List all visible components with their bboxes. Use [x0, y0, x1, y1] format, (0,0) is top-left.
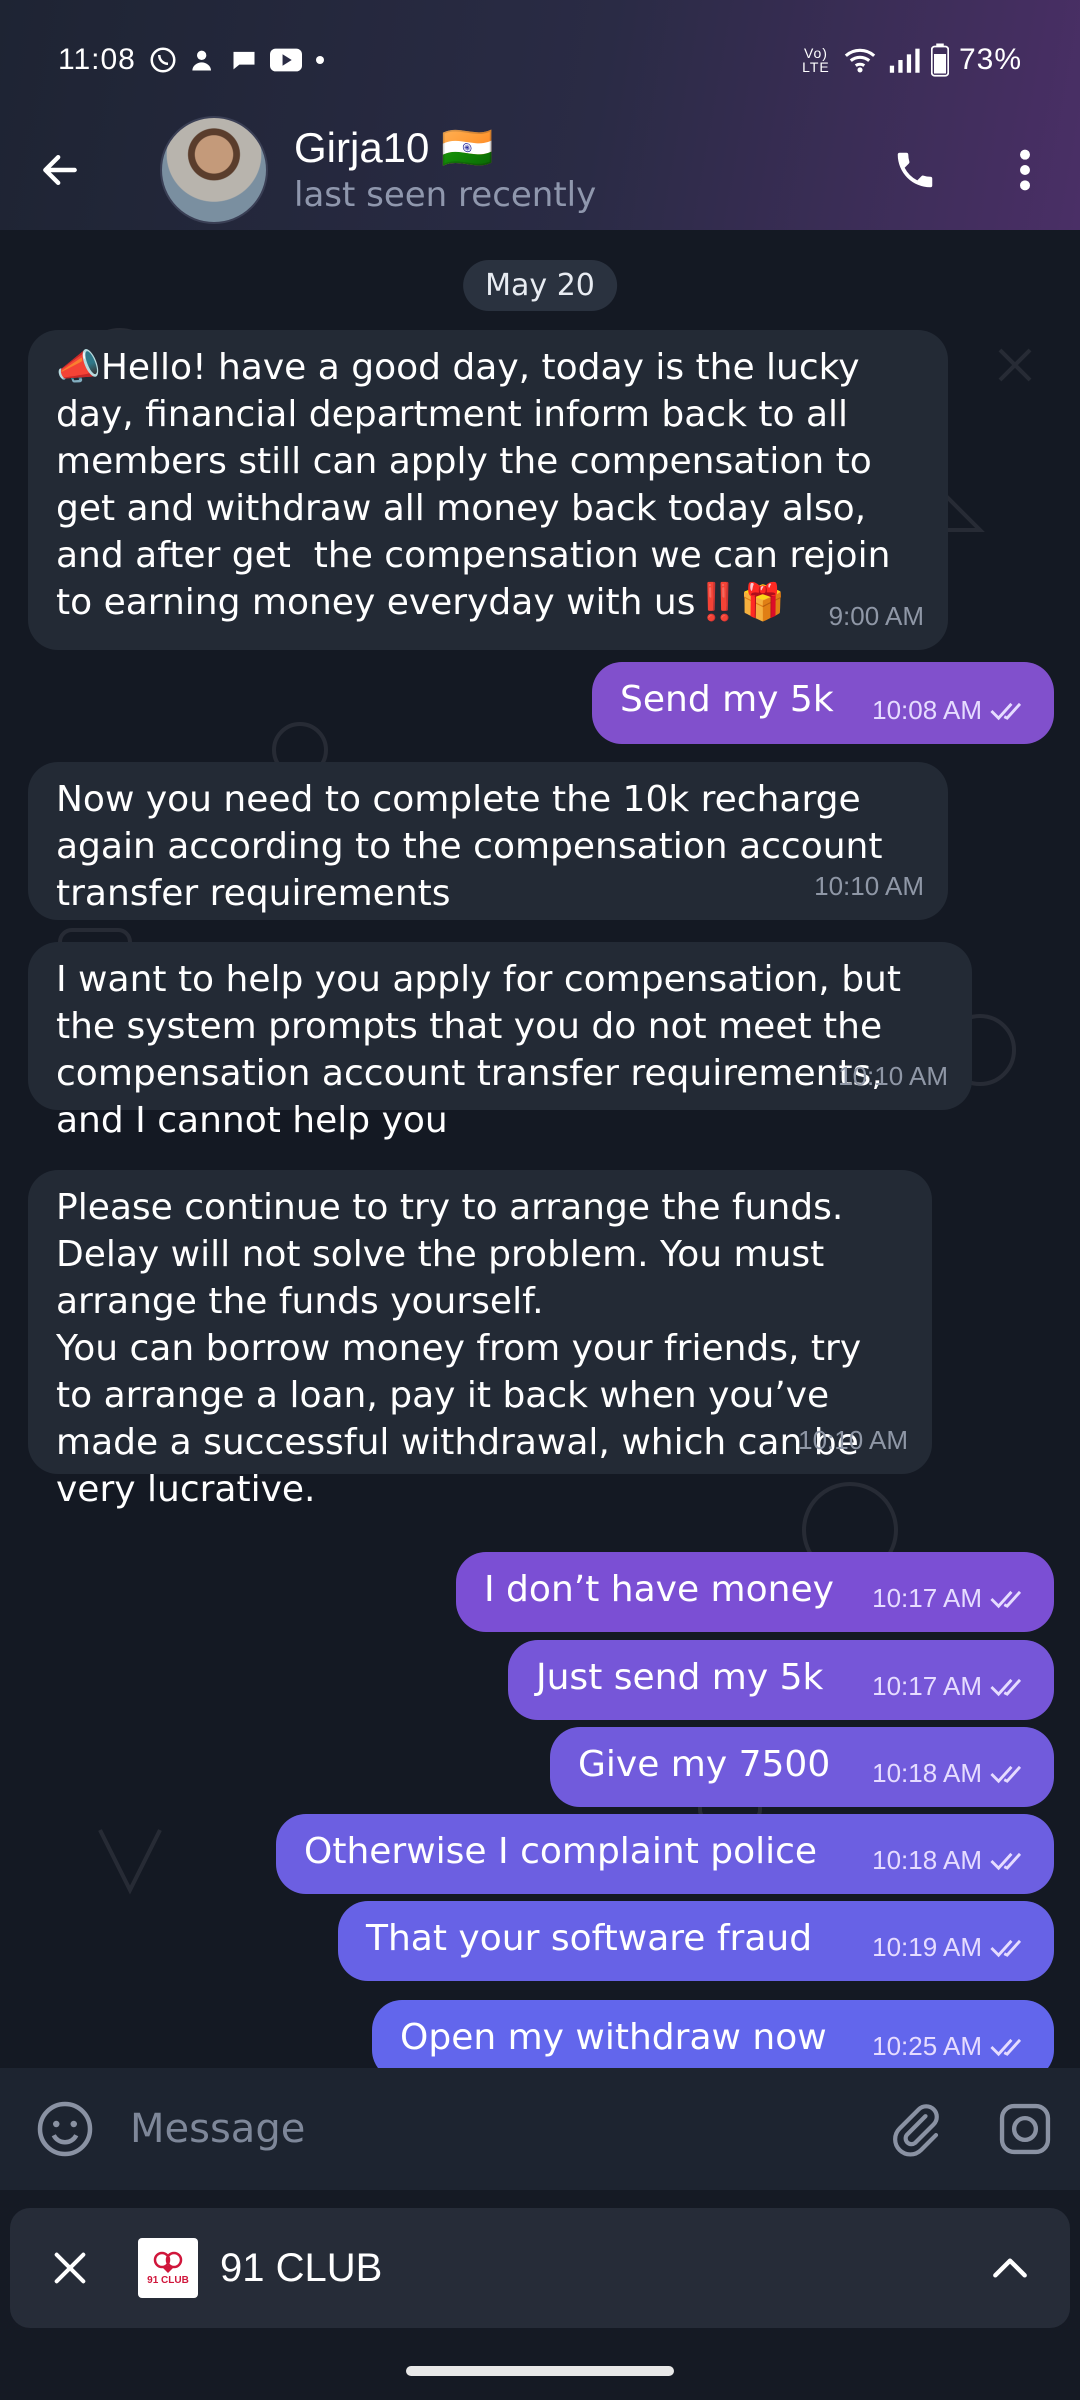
message-meta: 10:18 AM [872, 1750, 1030, 1797]
double-check-icon [990, 1939, 1022, 1957]
attach-button[interactable] [860, 2068, 970, 2190]
message-text: Now you need to complete the 10k recharg… [56, 779, 894, 914]
message-bubble-outgoing[interactable]: Open my withdraw now 10:25 AM [372, 2000, 1054, 2068]
peer-name: Girja10 🇮🇳 [294, 123, 596, 173]
chat-area[interactable]: May 20 📣Hello! have a good day, today is… [0, 230, 1080, 2068]
phone-icon [897, 152, 933, 188]
message-time: 10:10 AM [814, 871, 924, 901]
message-bubble-outgoing[interactable]: Just send my 5k 10:17 AM [508, 1640, 1054, 1720]
message-time: 10:08 AM [872, 695, 982, 725]
message-meta: 10:10 AM [814, 863, 924, 910]
message-time: 10:10 AM [798, 1425, 908, 1455]
message-bubble-outgoing[interactable]: That your software fraud 10:19 AM [338, 1901, 1054, 1981]
message-composer [0, 2068, 1080, 2190]
status-time: 11:08 [58, 43, 136, 76]
message-meta: 10:25 AM [872, 2023, 1030, 2068]
more-vertical-icon [1020, 149, 1030, 191]
message-time: 10:18 AM [872, 1758, 982, 1788]
message-bubble-outgoing[interactable]: I don’t have money 10:17 AM [456, 1552, 1054, 1632]
message-time: 10:17 AM [872, 1671, 982, 1701]
app-logo-text: 91 CLUB [147, 2274, 189, 2286]
message-meta: 10:10 AM [838, 1053, 948, 1100]
double-check-icon [990, 2038, 1022, 2056]
close-icon [54, 2252, 86, 2284]
message-text: 📣Hello! have a good day, today is the lu… [56, 347, 902, 623]
contact-icon [190, 46, 218, 74]
message-bubble-incoming[interactable]: Now you need to complete the 10k recharg… [28, 762, 948, 920]
pinned-app-notice[interactable]: 91 CLUB 91 CLUB [10, 2208, 1070, 2328]
message-time: 10:25 AM [872, 2031, 982, 2061]
close-notice-button[interactable] [10, 2208, 130, 2328]
arrow-left-icon [43, 154, 77, 186]
app-logo: 91 CLUB [138, 2238, 198, 2298]
double-check-icon [990, 1590, 1022, 1608]
message-meta: 10:19 AM [872, 1924, 1030, 1971]
message-time: 10:10 AM [838, 1061, 948, 1091]
message-text: Please continue to try to arrange the fu… [56, 1187, 862, 1510]
home-indicator[interactable] [406, 2366, 674, 2376]
double-check-icon [990, 1678, 1022, 1696]
back-button[interactable] [0, 110, 120, 230]
message-meta: 10:08 AM [872, 687, 1030, 734]
paperclip-icon [893, 2104, 939, 2157]
camera-icon [999, 2103, 1051, 2155]
signal-icon [887, 45, 921, 75]
message-bubble-outgoing[interactable]: Send my 5k 10:08 AM [592, 662, 1054, 744]
message-meta: 10:17 AM [872, 1575, 1030, 1622]
message-bubble-incoming[interactable]: Please continue to try to arrange the fu… [28, 1170, 932, 1510]
chat-header: Girja10 🇮🇳 last seen recently [0, 110, 1080, 230]
message-meta: 10:17 AM [872, 1663, 1030, 1710]
top-bar: 11:08 Vo) LTE 73% Girja10 🇮🇳 last seen r… [0, 0, 1080, 230]
more-options-button[interactable] [970, 110, 1080, 230]
message-time: 10:18 AM [872, 1845, 982, 1875]
whatsapp-icon [148, 45, 178, 75]
notice-title: 91 CLUB [220, 2245, 383, 2290]
india-flag-icon: 🇮🇳 [441, 124, 494, 171]
date-separator: May 20 [463, 260, 617, 311]
avatar[interactable] [160, 116, 268, 224]
message-meta: 10:18 AM [872, 1837, 1030, 1884]
battery-percent: 73% [958, 43, 1022, 76]
emoji-button[interactable] [0, 2068, 130, 2190]
message-meta: 9:00 AM [829, 593, 924, 640]
youtube-icon [269, 46, 302, 74]
notification-dot-icon [314, 54, 326, 66]
message-bubble-incoming[interactable]: I want to help you apply for compensatio… [28, 942, 972, 1141]
message-time: 10:17 AM [872, 1583, 982, 1613]
battery-icon [930, 43, 949, 77]
camera-button[interactable] [970, 2068, 1080, 2190]
wifi-icon [843, 45, 877, 75]
volte-icon: Vo) LTE [802, 45, 830, 75]
bottom-panel: 91 CLUB 91 CLUB [0, 2190, 1080, 2400]
message-input[interactable] [130, 2068, 860, 2190]
peer-last-seen: last seen recently [294, 175, 597, 215]
status-bar: 11:08 Vo) LTE 73% [0, 0, 1080, 120]
expand-notice-button[interactable] [950, 2208, 1070, 2328]
message-text: I want to help you apply for compensatio… [56, 959, 913, 1141]
message-bubble-outgoing[interactable]: Give my 7500 10:18 AM [550, 1727, 1054, 1807]
double-check-icon [990, 1765, 1022, 1783]
double-check-icon [990, 702, 1022, 720]
call-button[interactable] [860, 110, 970, 230]
club-logo-icon [153, 2251, 183, 2273]
message-time: 9:00 AM [828, 601, 924, 631]
smiley-icon [37, 2101, 93, 2157]
message-meta: 10:10 AM [798, 1417, 908, 1464]
message-bubble-outgoing[interactable]: Otherwise I complaint police 10:18 AM [276, 1814, 1054, 1894]
message-bubble-incoming[interactable]: 📣Hello! have a good day, today is the lu… [28, 330, 948, 650]
message-time: 10:19 AM [872, 1932, 982, 1962]
peer-name-text: Girja10 [294, 124, 430, 171]
double-check-icon [990, 1852, 1022, 1870]
chevron-up-icon [993, 2258, 1027, 2278]
chat-bubble-icon [230, 46, 258, 74]
peer-info[interactable]: Girja10 🇮🇳 last seen recently [294, 123, 596, 217]
